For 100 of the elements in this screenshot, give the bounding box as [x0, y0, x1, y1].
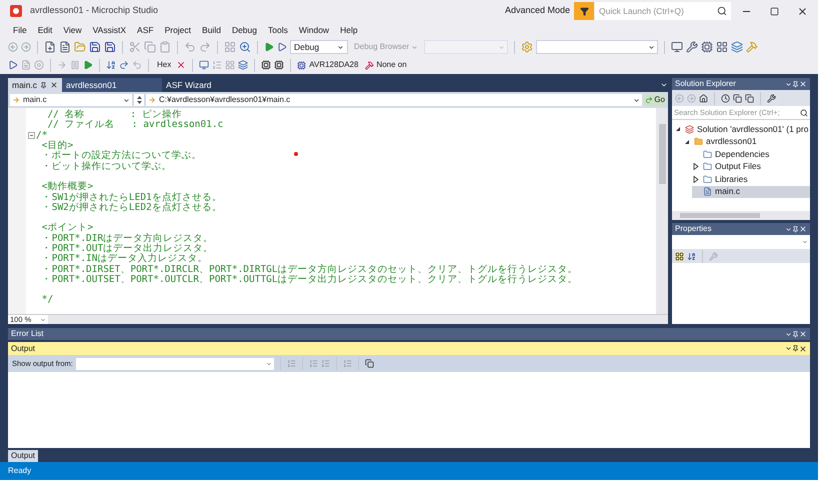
tree-item[interactable]: Output Files	[692, 160, 810, 173]
find-icon[interactable]	[239, 41, 251, 53]
pin-icon[interactable]	[792, 345, 799, 352]
grid-icon[interactable]	[716, 41, 728, 53]
close-icon[interactable]	[50, 81, 58, 89]
start-icon[interactable]	[264, 42, 274, 52]
hex-button[interactable]: Hex	[155, 59, 174, 71]
configuration-dropdown[interactable]: Debug	[290, 40, 348, 54]
menu-item[interactable]: Tools	[263, 24, 293, 36]
wrap-icon[interactable]	[364, 359, 374, 368]
save-icon[interactable]	[89, 41, 101, 53]
copy-icon[interactable]	[745, 94, 754, 102]
cross-icon[interactable]	[176, 60, 186, 70]
expanded-arrow-icon[interactable]	[675, 126, 681, 132]
collapsed-arrow-icon[interactable]	[693, 176, 699, 183]
device-button[interactable]: AVR128DA28	[297, 59, 358, 71]
editor-tab[interactable]: main.c	[8, 78, 62, 92]
monitor-icon[interactable]	[671, 41, 684, 53]
file-icon[interactable]	[703, 187, 712, 196]
code-line: <動作概要>	[40, 182, 94, 192]
maximize-icon[interactable]	[770, 6, 779, 16]
editor-tab[interactable]: avrdlesson01	[62, 78, 162, 92]
layers-icon[interactable]	[238, 60, 248, 70]
expanded-arrow-icon[interactable]	[684, 138, 690, 145]
save-all-icon[interactable]	[104, 41, 116, 53]
code-line: ・ビット操作について学ぶ。	[40, 162, 172, 172]
menu-item[interactable]: VAssistX	[88, 24, 132, 36]
close-icon[interactable]	[797, 6, 808, 16]
dropdown-icon[interactable]	[785, 330, 792, 338]
spin-arrows-icon[interactable]	[136, 96, 142, 104]
scope-dropdown[interactable]: main.c	[10, 94, 132, 106]
menu-item[interactable]: Project	[160, 24, 196, 36]
collapsed-arrow-icon[interactable]	[693, 163, 699, 170]
add-item-icon[interactable]	[59, 41, 71, 53]
menu-item[interactable]: View	[58, 24, 87, 36]
chip-icon[interactable]	[701, 41, 714, 53]
tree-item[interactable]: Libraries	[692, 173, 810, 186]
menu-item[interactable]: ASF	[132, 24, 159, 36]
code-line: ・ポートの設定方法について学ぶ。	[40, 151, 202, 162]
close-icon[interactable]	[799, 344, 807, 352]
caret-icon[interactable]	[337, 44, 344, 50]
wrench-icon[interactable]	[767, 94, 776, 102]
tree-item[interactable]: main.c	[692, 186, 810, 198]
hammer-icon	[365, 60, 374, 70]
filter-icon	[580, 6, 588, 16]
debug-icon[interactable]	[8, 60, 18, 70]
search-combo-field[interactable]	[536, 40, 658, 54]
solution-icon[interactable]	[685, 124, 694, 134]
menu-item[interactable]: Window	[294, 24, 334, 36]
combo-field[interactable]	[424, 40, 508, 54]
go-button[interactable]: Go	[644, 94, 666, 106]
copy-icon[interactable]	[733, 94, 742, 102]
step-over-icon[interactable]	[119, 60, 129, 70]
dropdown-icon[interactable]	[785, 345, 792, 352]
tree-item[interactable]: Solution 'avrdlesson01' (1 pro	[674, 123, 810, 136]
continue-icon[interactable]	[83, 60, 93, 70]
caret-icon[interactable]	[648, 44, 656, 50]
code-line: ・PORT*.OUTはデータ出力レジスタ。	[40, 244, 214, 254]
menu-item[interactable]: Build	[197, 24, 226, 36]
pin-icon[interactable]	[40, 82, 48, 88]
menu-item[interactable]: File	[8, 24, 32, 36]
tab-list-icon[interactable]	[660, 81, 668, 89]
mode-label: Advanced Mode	[504, 4, 570, 18]
sort-icon[interactable]	[687, 252, 696, 260]
chip-icon[interactable]	[274, 60, 284, 70]
start-without-debug-icon[interactable]	[277, 42, 287, 52]
chip-icon[interactable]	[261, 60, 272, 70]
tree-item[interactable]: Dependencies	[692, 148, 810, 160]
wrench-icon[interactable]	[686, 41, 698, 53]
home-icon[interactable]	[699, 94, 708, 102]
bottom-tab[interactable]: Output	[8, 450, 38, 462]
tool-button[interactable]: None on	[365, 59, 407, 71]
tree-item[interactable]: avrdlesson01	[683, 136, 810, 148]
layers-icon[interactable]	[731, 41, 744, 53]
editor-tab[interactable]: ASF Wizard	[162, 78, 272, 92]
filter-button[interactable]	[574, 2, 594, 20]
menu-item[interactable]: Debug	[226, 24, 262, 36]
fold-icon[interactable]	[28, 132, 34, 140]
menu-item[interactable]: Edit	[32, 24, 58, 36]
panel-title: Solution Explorer	[675, 78, 737, 90]
categorized-icon[interactable]	[675, 252, 684, 260]
folder-icon[interactable]	[703, 174, 712, 184]
folder-icon[interactable]	[703, 150, 712, 159]
caret-icon[interactable]	[123, 96, 130, 104]
dropdown-icon[interactable]	[785, 226, 792, 232]
menu-item[interactable]: Help	[335, 24, 363, 36]
path-dropdown[interactable]: C:¥avrdlesson¥avrdlesson01¥main.c	[146, 94, 642, 106]
panel-title: Output	[11, 342, 36, 354]
search-icon[interactable]	[800, 108, 808, 116]
clock-icon[interactable]	[721, 94, 730, 102]
search-icon[interactable]	[717, 6, 727, 16]
window-icon[interactable]	[199, 60, 210, 70]
caret-icon[interactable]	[633, 96, 640, 104]
new-project-icon[interactable]	[44, 41, 56, 53]
step-into-icon[interactable]	[106, 60, 116, 70]
status-text: Ready	[8, 465, 32, 477]
dropdown-icon[interactable]	[785, 80, 792, 88]
folder-icon[interactable]	[703, 162, 712, 172]
vertical-scrollbar[interactable]	[656, 108, 668, 314]
horizontal-scrollbar[interactable]	[672, 211, 810, 220]
